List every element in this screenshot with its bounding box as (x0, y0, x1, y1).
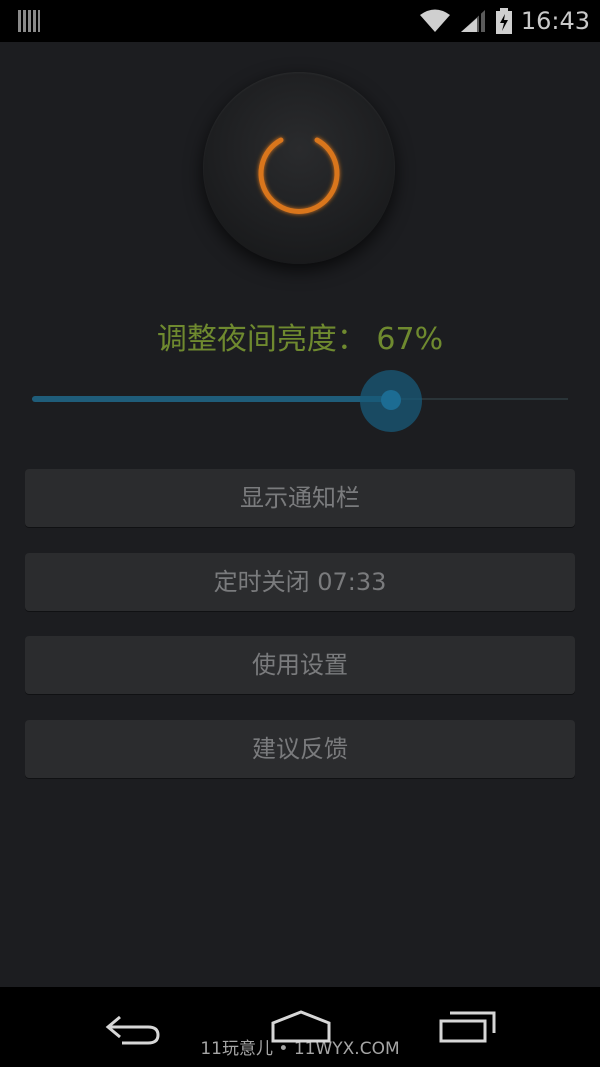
screen: 16:43 调整夜间亮度： 67% 显示通知栏 定时关闭 07:33 使用设置 … (0, 0, 600, 1067)
brightness-slider[interactable] (32, 370, 568, 432)
status-bar: 16:43 (0, 0, 600, 42)
brightness-label: 调整夜间亮度： 67% (156, 322, 444, 357)
slider-thumb[interactable] (381, 390, 401, 410)
wifi-icon (419, 9, 450, 32)
show-notification-bar-button[interactable]: 显示通知栏 (25, 469, 575, 527)
slider-fill (32, 396, 391, 402)
status-time: 16:43 (520, 7, 590, 35)
battery-charging-icon (495, 8, 512, 34)
timer-off-button[interactable]: 定时关闭 07:33 (25, 553, 575, 611)
barcode-icon (18, 10, 40, 32)
power-button[interactable] (203, 72, 395, 264)
watermark: 11玩意儿 • 11WYX.COM (200, 1039, 400, 1059)
signal-icon (460, 10, 485, 32)
status-icons: 16:43 (419, 0, 590, 42)
feedback-button[interactable]: 建议反馈 (25, 720, 575, 778)
usage-settings-button[interactable]: 使用设置 (25, 636, 575, 694)
power-icon (258, 127, 340, 214)
